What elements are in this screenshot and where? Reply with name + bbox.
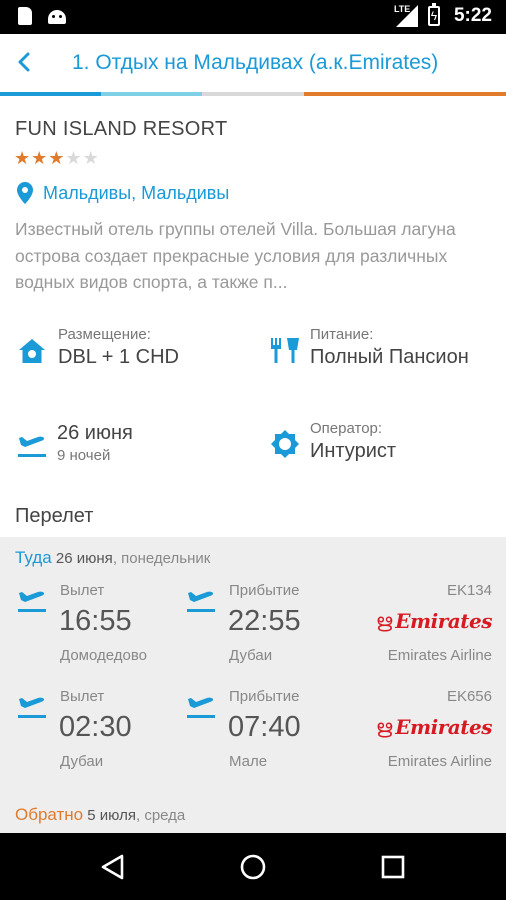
operator-info: Оператор: Интурист [310,420,496,463]
flights-heading: Перелет [15,505,94,527]
star-filled-icon: ★ [14,148,31,168]
signal-icon: LTE [393,4,418,27]
airline-logo-text: Emirates [395,715,492,739]
return-label: Обратно [15,805,84,824]
arrival-place: Дубаи [229,647,273,664]
operator-label: Оператор: [310,420,383,437]
cutlery-icon [271,338,299,363]
page-title: 1. Отдых на Мальдивах (а.к.Emirates) [72,51,439,74]
star-rating: ★ ★ ★ ★ ★ [14,149,99,167]
operator-value: Интурист [310,440,397,462]
hotel-description[interactable]: Известный отель группы отелей Villa. Бол… [15,216,495,296]
hotel-name: FUN ISLAND RESORT [15,118,228,140]
header-bar-segment [0,92,102,96]
date-info: 26 июня 9 ночей [57,422,247,464]
return-weekday: , среда [135,807,186,824]
chevron-left-icon [18,52,30,72]
back-button[interactable] [8,44,44,80]
departure-place: Домодедово [60,647,147,664]
clock: 5:22 [453,5,492,26]
status-bar: LTE ϟ 5:22 [0,0,506,34]
outbound-weekday: , понедельник [112,550,211,567]
header-bar-segment [101,92,203,96]
network-type-label: LTE [393,4,411,14]
back-triangle-icon[interactable] [97,851,129,883]
airline-logo-text: Emirates [395,609,492,633]
flight-leg[interactable]: Вылет 16:55 Домодедово Прибытие 22:55 Ду… [0,577,506,677]
accommodation-info: Размещение: DBL + 1 CHD [58,326,248,369]
home-circle-icon[interactable] [237,851,269,883]
plane-takeoff-icon [18,436,46,457]
header-bar-segment [404,92,506,96]
star-filled-icon: ★ [31,148,48,168]
star-filled-icon: ★ [48,148,65,168]
accommodation-label: Размещение: [58,326,151,343]
battery-charging-icon: ϟ [427,3,440,26]
arrival-time: 07:40 [228,711,301,743]
departure-label: Вылет [60,688,105,705]
flights-panel: Туда 26 июня, понедельник Вылет 16:55 До… [0,537,506,833]
airline-name: Emirates Airline [387,753,492,770]
flight-leg[interactable]: Вылет 02:30 Дубаи Прибытие 07:40 Мале EK… [0,683,506,783]
arrival-label: Прибытие [229,582,300,599]
sd-card-icon [18,7,32,25]
outbound-label: Туда [15,548,52,567]
nights-count: 9 ночей [57,447,111,464]
android-icon [48,10,66,24]
return-direction: Обратно 5 июля, среда [15,805,185,825]
departure-place: Дубаи [60,753,104,770]
emirates-emblem-icon: ഋ [375,610,393,632]
accommodation-value: DBL + 1 CHD [58,346,179,368]
meals-info: Питание: Полный Пансион [310,326,496,369]
gear-icon [271,430,299,458]
star-empty-icon: ★ [82,148,99,168]
app-header: 1. Отдых на Мальдивах (а.к.Emirates) [0,34,506,92]
departure-time: 16:55 [59,605,132,637]
header-bar-segment [202,92,304,96]
airline-name: Emirates Airline [387,647,492,664]
emirates-emblem-icon: ഋ [375,716,393,738]
arrival-place: Мале [229,753,268,770]
return-date: 5 июля [87,807,136,824]
flight-code: EK656 [446,688,492,705]
arrival-time: 22:55 [228,605,301,637]
arrival-label: Прибытие [229,688,300,705]
outbound-direction: Туда 26 июня, понедельник [15,548,210,568]
home-icon [19,339,45,363]
outbound-date: 26 июня [55,550,113,567]
location-pin-icon [17,182,33,204]
plane-landing-icon [187,697,215,718]
plane-takeoff-icon [18,591,46,612]
header-bar-segment [303,92,405,96]
star-empty-icon: ★ [65,148,82,168]
meals-label: Питание: [310,326,374,343]
emirates-logo: ഋ Emirates [375,609,493,633]
departure-label: Вылет [60,582,105,599]
departure-date: 26 июня [57,422,133,444]
departure-time: 02:30 [59,711,132,743]
emirates-logo: ഋ Emirates [375,715,493,739]
flight-code: EK134 [446,582,492,599]
location-text: Мальдивы, Мальдивы [43,182,230,203]
hotel-location[interactable]: Мальдивы, Мальдивы [17,182,229,204]
recents-square-icon[interactable] [377,851,409,883]
plane-landing-icon [187,591,215,612]
header-color-bar [0,92,506,96]
system-nav-bar [0,833,506,900]
meals-value: Полный Пансион [310,346,469,368]
plane-takeoff-icon [18,697,46,718]
